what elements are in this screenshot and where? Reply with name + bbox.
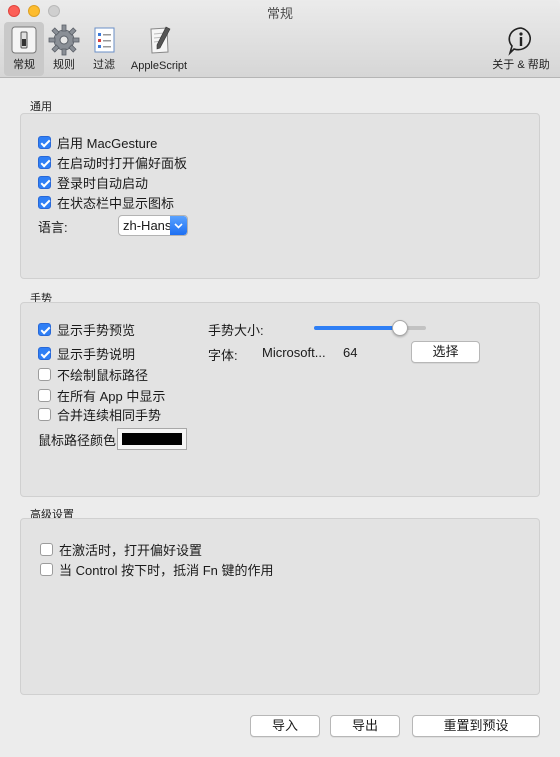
merge-gestures-checkbox[interactable]: 合并连续相同手势	[38, 405, 161, 424]
checkbox-label: 在激活时，打开偏好设置	[59, 543, 203, 558]
language-label: 语言:	[38, 220, 68, 235]
font-label: 字体:	[208, 348, 238, 363]
checkbox-box[interactable]	[38, 156, 51, 169]
checkbox-label: 显示手势说明	[57, 347, 136, 362]
show-status-icon-checkbox[interactable]: 在状态栏中显示图标	[38, 193, 174, 212]
color-swatch	[122, 433, 182, 445]
tab-label: 过滤	[93, 59, 115, 71]
enable-macgesture-checkbox[interactable]: 启用 MacGesture	[38, 133, 157, 152]
checkbox-label: 不绘制鼠标路径	[57, 368, 149, 383]
tab-general[interactable]: 常规	[4, 22, 44, 76]
checkbox-box[interactable]	[38, 408, 51, 421]
gear-icon	[48, 24, 80, 56]
script-icon	[150, 26, 171, 54]
checkbox-box[interactable]	[38, 347, 51, 360]
launch-at-login-checkbox[interactable]: 登录时自动启动	[38, 173, 148, 192]
checkbox-label: 显示手势预览	[57, 323, 136, 338]
tab-rules[interactable]: 规则	[44, 22, 84, 76]
window-title: 常规	[266, 6, 293, 21]
font-size: 64	[343, 345, 358, 360]
tab-label: 规则	[53, 59, 75, 71]
path-color-well[interactable]	[117, 428, 187, 450]
tab-label: 关于 & 帮助	[492, 59, 550, 71]
checkbox-label: 登录时自动启动	[57, 176, 149, 191]
show-gesture-preview-checkbox[interactable]: 显示手势预览	[38, 320, 135, 339]
info-icon	[508, 27, 531, 56]
checkbox-box[interactable]	[38, 176, 51, 189]
choose-font-button[interactable]: 选择	[411, 341, 480, 363]
checkbox-box[interactable]	[38, 368, 51, 381]
gesture-size-label: 手势大小:	[208, 323, 264, 338]
tab-label: AppleScript	[130, 60, 188, 72]
import-button[interactable]: 导入	[250, 715, 320, 737]
tab-label: 常规	[13, 59, 35, 71]
font-name: Microsoft...	[262, 345, 326, 360]
checkbox-label: 在状态栏中显示图标	[57, 196, 175, 211]
section-title-general: 通用	[30, 101, 52, 113]
language-select[interactable]: zh-Hans	[118, 215, 188, 236]
reset-to-defaults-button[interactable]: 重置到预设	[412, 715, 540, 737]
export-button[interactable]: 导出	[330, 715, 400, 737]
control-cancels-fn-checkbox[interactable]: 当 Control 按下时，抵消 Fn 键的作用	[40, 560, 274, 579]
switch-icon	[11, 26, 37, 54]
tab-applescript[interactable]: AppleScript	[126, 22, 192, 76]
checkbox-box[interactable]	[38, 136, 51, 149]
path-color-label: 鼠标路径颜色	[38, 433, 117, 448]
checkbox-box[interactable]	[40, 543, 53, 556]
about-help-button[interactable]: 关于 & 帮助	[488, 22, 554, 76]
checkbox-label: 当 Control 按下时，抵消 Fn 键的作用	[59, 563, 274, 578]
tab-filter[interactable]: 过滤	[84, 22, 124, 76]
checkbox-box[interactable]	[38, 389, 51, 402]
show-gesture-note-checkbox[interactable]: 显示手势说明	[38, 344, 135, 363]
show-in-all-apps-checkbox[interactable]: 在所有 App 中显示	[38, 386, 165, 405]
checkbox-box[interactable]	[40, 563, 53, 576]
checkbox-label: 合并连续相同手势	[57, 408, 162, 423]
no-mouse-path-checkbox[interactable]: 不绘制鼠标路径	[38, 365, 148, 384]
preferences-window: 常规 常规 规则 过滤 AppleScript 关于 & 帮助 通用 启用 Ma…	[0, 0, 560, 757]
checkbox-box[interactable]	[38, 196, 51, 209]
checkbox-label: 启用 MacGesture	[57, 136, 158, 151]
toolbar: 常规 常规 规则 过滤 AppleScript 关于 & 帮助	[0, 0, 560, 78]
open-prefs-on-launch-checkbox[interactable]: 在启动时打开偏好面板	[38, 153, 187, 172]
checkbox-label: 在启动时打开偏好面板	[57, 156, 188, 171]
slider-fill	[314, 326, 401, 330]
checkbox-label: 在所有 App 中显示	[57, 389, 166, 404]
open-prefs-on-activate-checkbox[interactable]: 在激活时，打开偏好设置	[40, 540, 202, 559]
gesture-size-slider-track[interactable]	[314, 326, 426, 330]
checkbox-box[interactable]	[38, 323, 51, 336]
chevron-down-icon[interactable]	[170, 216, 187, 235]
list-icon	[94, 27, 115, 53]
language-value: zh-Hans	[123, 218, 171, 233]
